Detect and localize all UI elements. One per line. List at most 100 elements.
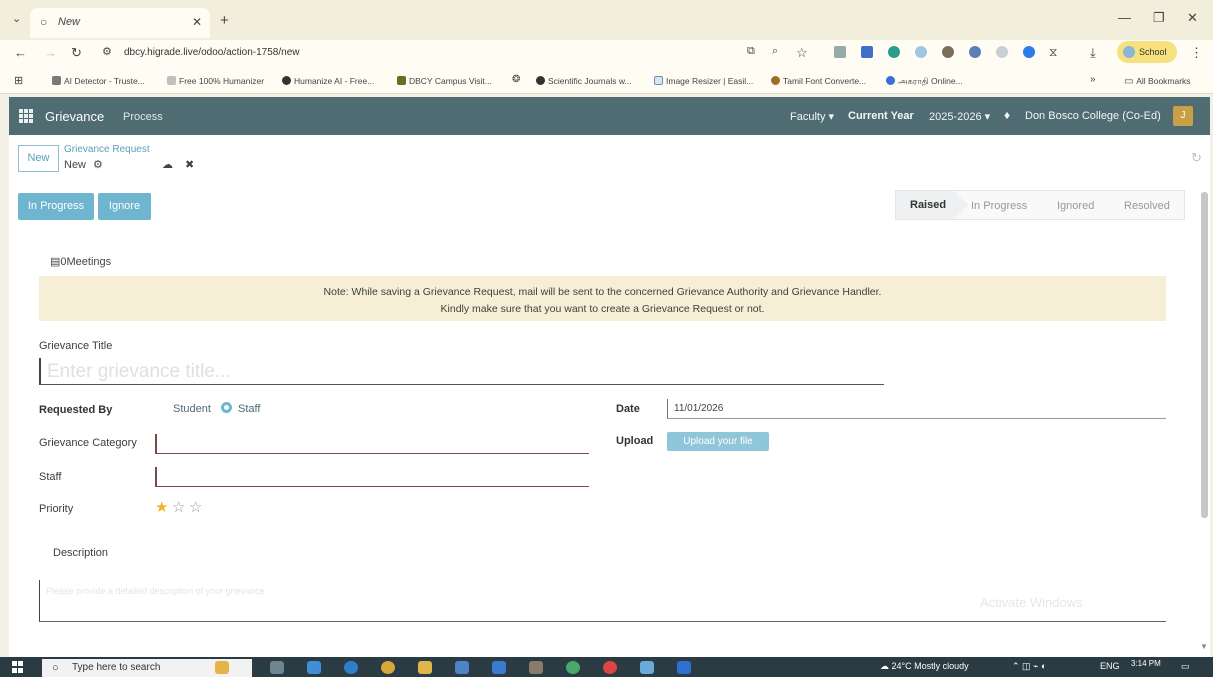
save-cloud-icon[interactable]: ☁ — [162, 158, 173, 171]
discard-icon[interactable]: ✖ — [185, 158, 194, 171]
all-bookmarks-label: All Bookmarks — [1136, 76, 1191, 86]
reload-icon[interactable]: ↻ — [71, 45, 82, 61]
ignore-button[interactable]: Ignore — [98, 193, 151, 220]
windows-start-icon[interactable] — [12, 661, 24, 673]
bookmark-item[interactable]: AI Detector - Truste... — [52, 76, 145, 86]
stage-in-progress[interactable]: In Progress — [971, 200, 1027, 212]
stage-raised[interactable]: Raised — [896, 191, 968, 219]
extension-icon[interactable] — [915, 46, 927, 58]
close-tab-icon[interactable]: ✕ — [192, 15, 202, 29]
app-icon[interactable] — [492, 661, 506, 674]
tab-search-chevron-icon[interactable]: ⌄ — [12, 12, 21, 25]
bookmark-item[interactable]: DBCY Campus Visit... — [397, 76, 492, 86]
upload-button[interactable]: Upload your file — [667, 432, 769, 451]
github-icon[interactable]: ❂ — [512, 74, 520, 85]
install-app-icon[interactable]: ⧉ — [747, 45, 755, 58]
faculty-menu[interactable]: Faculty ▾ — [790, 110, 834, 123]
bookmark-item[interactable]: Scientific Journals w... — [536, 76, 632, 86]
bookmark-item[interactable]: Tamil Font Converte... — [771, 76, 866, 86]
new-button[interactable]: New — [18, 145, 59, 172]
gear-icon[interactable]: ⚙ — [93, 158, 103, 171]
store-icon[interactable] — [455, 661, 469, 674]
zoom-icon[interactable]: ⌕ — [772, 45, 778, 58]
app-icon[interactable] — [529, 661, 543, 674]
menu-process[interactable]: Process — [123, 111, 163, 123]
browser-tabstrip: ⌄ ○ New ✕ + — ❐ ✕ — [0, 0, 1213, 40]
url-field[interactable]: dbcy.higrade.live/odoo/action-1758/new — [124, 47, 300, 58]
breadcrumb-parent[interactable]: Grievance Request — [64, 144, 150, 155]
notifications-icon[interactable]: ▭ — [1181, 661, 1190, 672]
app-icon[interactable] — [640, 661, 654, 674]
chrome-active-icon[interactable] — [566, 661, 580, 674]
grievance-category-label: Grievance Category — [39, 437, 137, 449]
grievance-category-field[interactable] — [155, 434, 589, 454]
radio-staff-label[interactable]: Staff — [238, 403, 260, 415]
extension-icon[interactable] — [834, 46, 846, 58]
browser-menu-icon[interactable]: ⋮ — [1190, 45, 1203, 61]
new-tab-icon[interactable]: + — [220, 12, 229, 29]
grievance-title-input[interactable]: Enter grievance title... — [39, 358, 884, 385]
stage-resolved[interactable]: Resolved — [1124, 200, 1170, 212]
clock[interactable]: 3:14 PM — [1131, 659, 1161, 668]
year-selector[interactable]: 2025-2026 ▾ — [929, 110, 990, 123]
bell-icon[interactable]: ♦ — [1004, 108, 1010, 122]
app-icon[interactable] — [603, 661, 617, 674]
extension-icon[interactable] — [861, 46, 873, 58]
date-field[interactable]: 11/01/2026 — [667, 399, 1166, 419]
browser-tab[interactable]: ○ New ✕ — [30, 8, 210, 38]
all-bookmarks-button[interactable]: ▭ All Bookmarks — [1124, 76, 1191, 87]
company-switcher[interactable]: Don Bosco College (Co-Ed) — [1025, 110, 1161, 122]
bookmark-item[interactable]: அகராதி Online... — [886, 76, 963, 88]
extension-icon[interactable] — [888, 46, 900, 58]
meetings-button[interactable]: ▤0Meetings — [50, 255, 111, 268]
task-view-icon[interactable] — [270, 661, 284, 674]
bookmark-star-icon[interactable]: ☆ — [796, 45, 808, 61]
widgets-icon[interactable] — [215, 661, 229, 674]
language-indicator[interactable]: ENG — [1100, 661, 1120, 671]
tray-icons[interactable]: ⌃ ◫ ⌁ ◐ — [1012, 661, 1046, 672]
stage-ignored[interactable]: Ignored — [1057, 200, 1094, 212]
in-progress-button[interactable]: In Progress — [18, 193, 94, 220]
bookmark-favicon-icon — [886, 76, 895, 85]
extension-icon[interactable] — [969, 46, 981, 58]
radio-student-label[interactable]: Student — [173, 403, 211, 415]
folder-icon: ▭ — [1124, 76, 1137, 87]
close-window-icon[interactable]: ✕ — [1187, 10, 1198, 26]
word-icon[interactable] — [677, 661, 691, 674]
priority-star-icon[interactable]: ☆ — [189, 498, 202, 516]
bookmark-favicon-icon — [654, 76, 663, 85]
extensions-puzzle-icon[interactable]: ⧖ — [1049, 45, 1057, 60]
more-bookmarks-icon[interactable]: » — [1090, 74, 1096, 85]
restore-icon[interactable]: ❐ — [1153, 10, 1165, 26]
site-settings-icon[interactable]: ⚙ — [102, 45, 112, 58]
extension-icon[interactable] — [996, 46, 1008, 58]
chrome-icon[interactable] — [381, 661, 395, 674]
bookmark-label: Free 100% Humanizer — [179, 76, 265, 86]
scroll-down-icon[interactable]: ▼ — [1200, 642, 1208, 651]
back-icon[interactable]: ← — [14, 45, 27, 60]
bookmark-item[interactable]: Image Resizer | Easil... — [654, 76, 753, 86]
weather-widget[interactable]: ☁ 24°C Mostly cloudy — [880, 661, 969, 672]
bookmark-item[interactable]: Humanize AI - Free... — [282, 76, 374, 86]
scrollbar[interactable] — [1201, 192, 1208, 518]
extension-icon[interactable] — [942, 46, 954, 58]
apps-grid-icon[interactable]: ⊞ — [14, 74, 23, 87]
priority-star-icon[interactable]: ★ — [155, 498, 168, 516]
profile-chip[interactable]: School — [1117, 41, 1177, 63]
staff-field[interactable] — [155, 467, 589, 487]
extension-icon[interactable] — [1023, 46, 1035, 58]
refresh-icon[interactable]: ↻ — [1191, 150, 1202, 166]
radio-staff[interactable] — [221, 402, 232, 413]
app-name[interactable]: Grievance — [45, 109, 104, 124]
minimize-icon[interactable]: — — [1118, 10, 1131, 25]
priority-star-icon[interactable]: ☆ — [172, 498, 185, 516]
browser-icon[interactable] — [344, 661, 358, 674]
download-icon[interactable]: ⤓ — [1090, 45, 1096, 61]
file-explorer-icon[interactable] — [418, 661, 432, 674]
apps-menu-icon[interactable] — [19, 109, 33, 123]
edge-icon[interactable] — [307, 661, 321, 674]
forward-icon[interactable]: → — [44, 45, 57, 60]
bookmark-label: Image Resizer | Easil... — [666, 76, 754, 86]
avatar[interactable]: J — [1173, 106, 1193, 126]
bookmark-item[interactable]: Free 100% Humanizer — [167, 76, 264, 86]
